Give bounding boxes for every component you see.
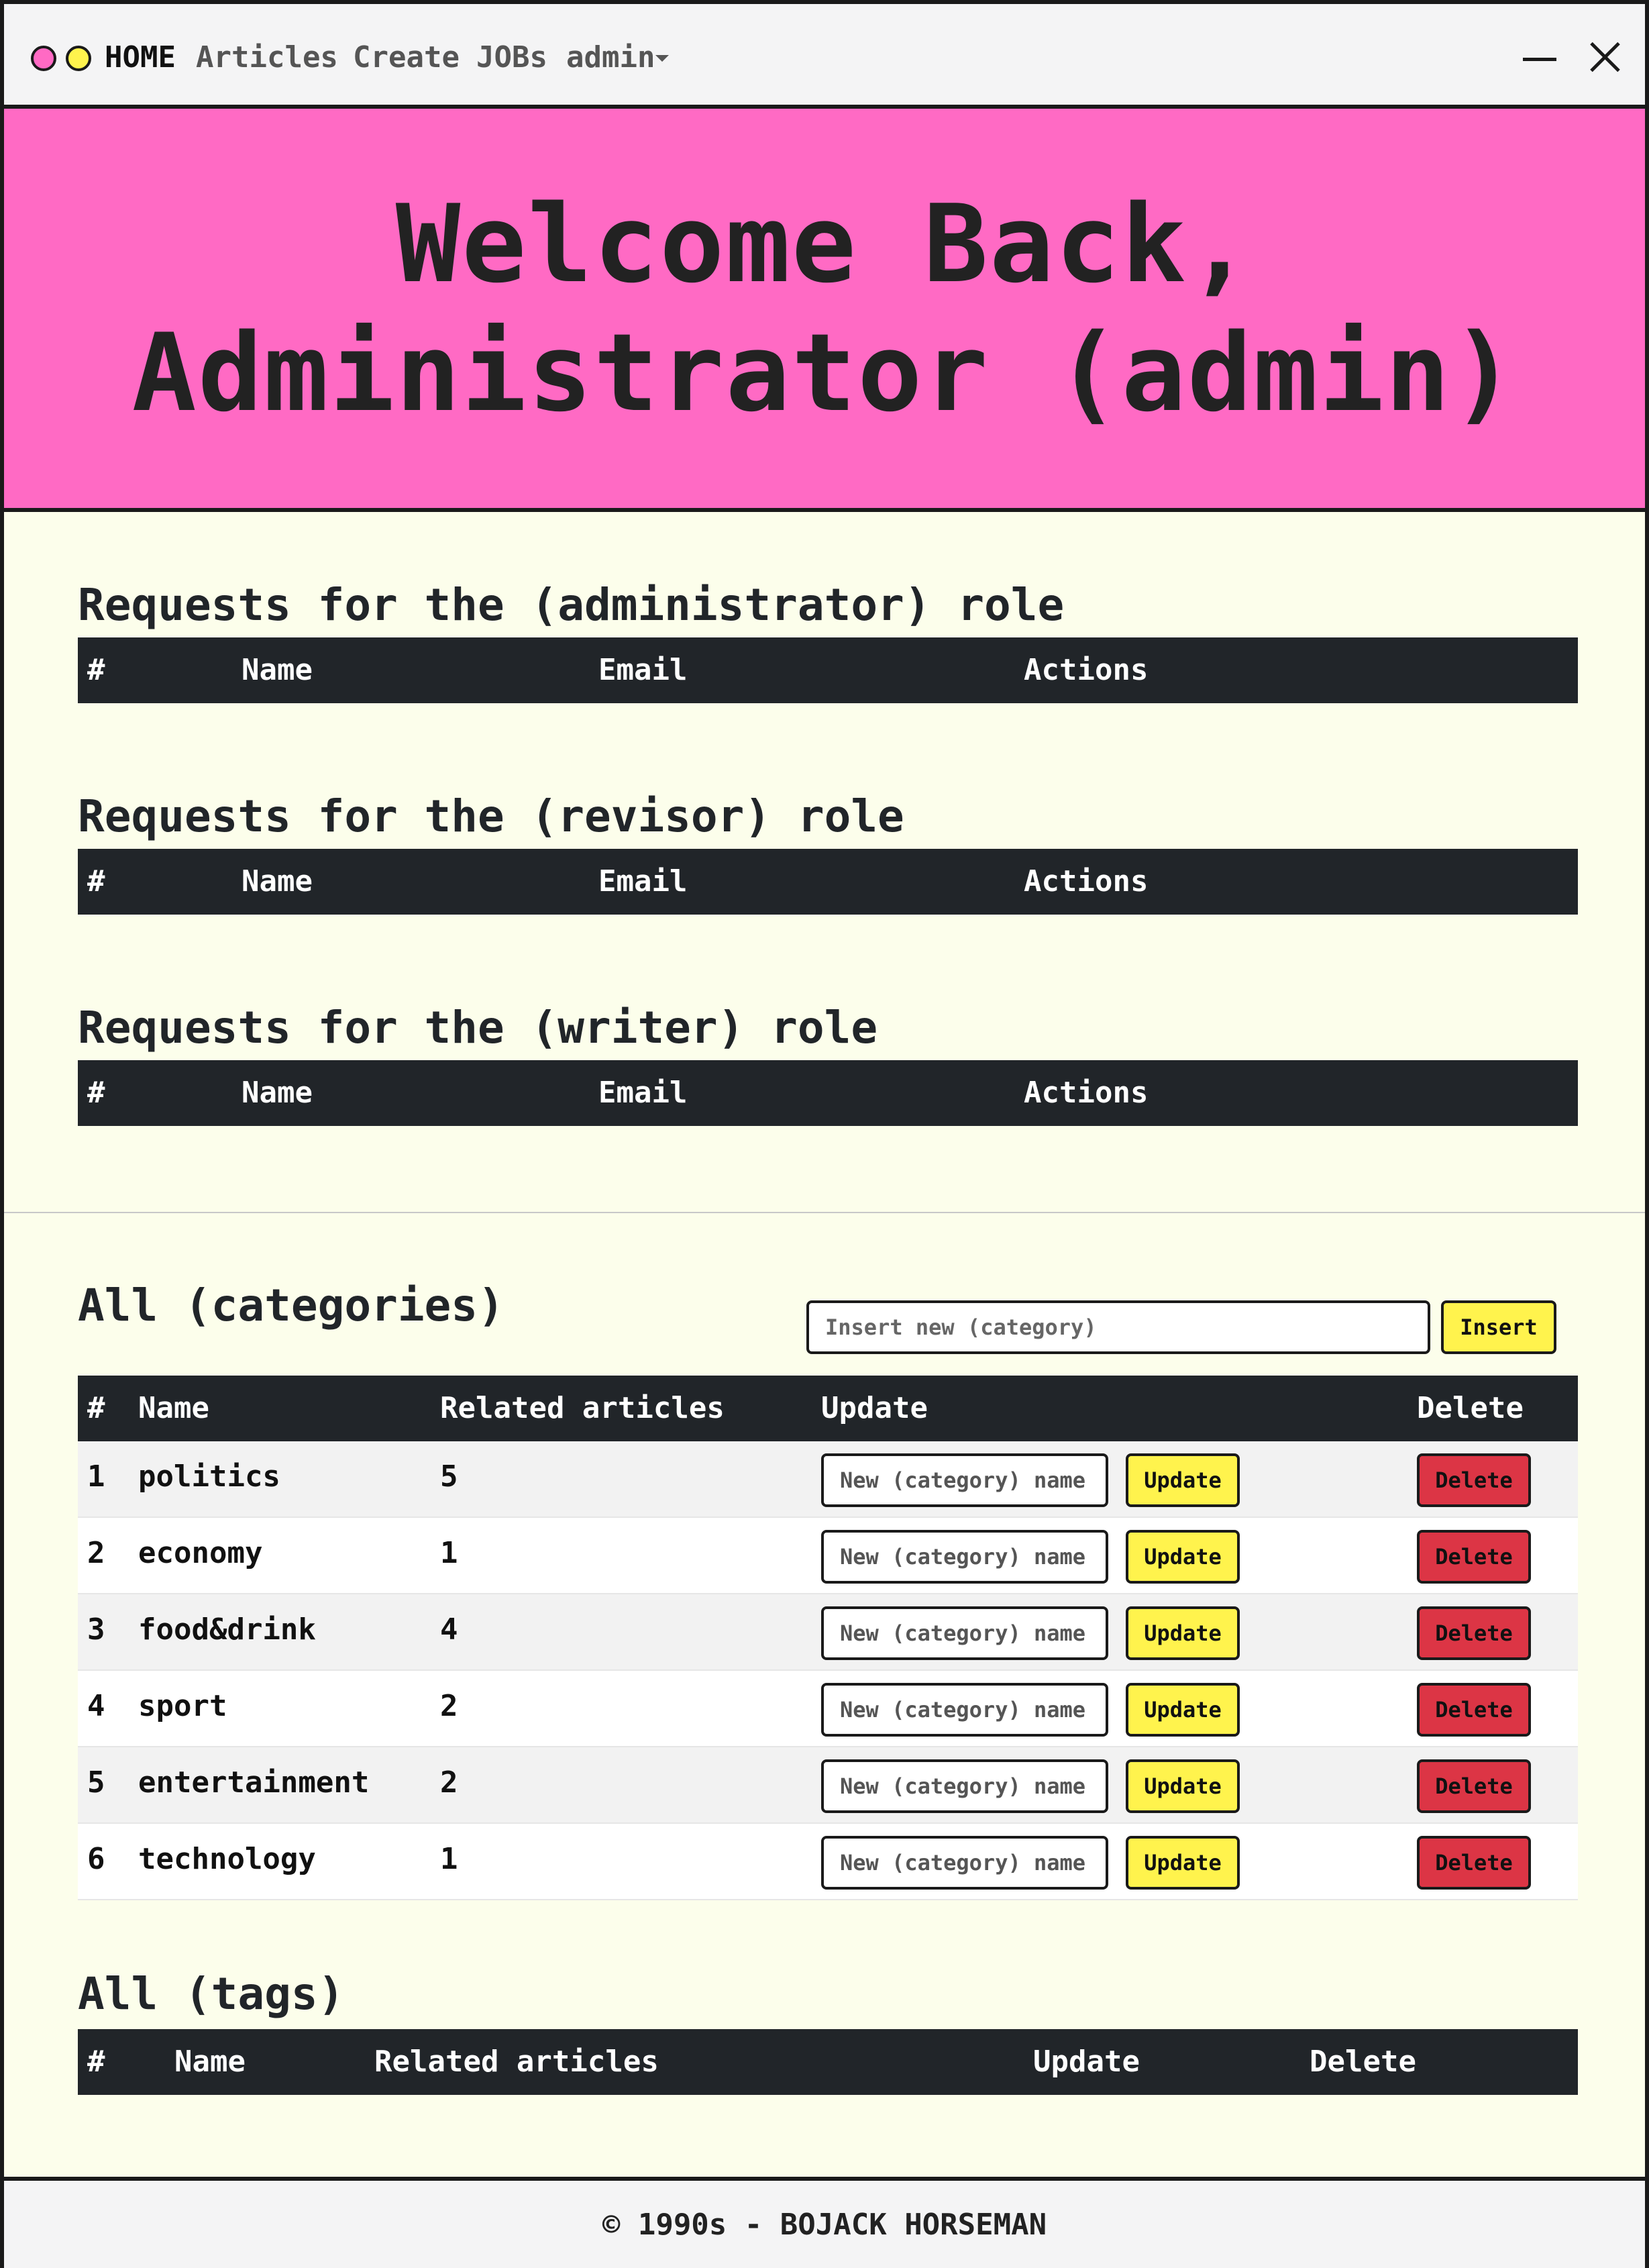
categories-table-header: # Name Related articles Update Delete xyxy=(78,1376,1578,1441)
table-row: 6 technology 1 Update Delete xyxy=(78,1824,1578,1900)
hero-line-2: Administrator (admin) xyxy=(131,309,1518,435)
column-header-name: Name xyxy=(242,1076,313,1110)
column-header-name: Name xyxy=(242,653,313,687)
delete-button[interactable]: Delete xyxy=(1417,1453,1531,1507)
update-button[interactable]: Update xyxy=(1126,1453,1240,1507)
column-header-email: Email xyxy=(598,864,688,898)
hero-line-1: Welcome Back, xyxy=(395,181,1254,307)
tags-heading: All (tags) xyxy=(78,1968,345,2020)
column-header-id: # xyxy=(87,1391,105,1425)
insert-category-input[interactable] xyxy=(806,1300,1430,1354)
row-name: technology xyxy=(138,1842,316,1876)
row-id: 4 xyxy=(87,1689,105,1723)
column-header-email: Email xyxy=(598,1076,688,1110)
column-header-email: Email xyxy=(598,653,688,687)
column-header-name: Name xyxy=(242,864,313,898)
row-related-count: 2 xyxy=(440,1689,458,1723)
update-button[interactable]: Update xyxy=(1126,1759,1240,1813)
hero-banner: Welcome Back, Administrator (admin) xyxy=(4,109,1645,512)
row-id: 2 xyxy=(87,1536,105,1570)
column-header-name: Name xyxy=(138,1391,209,1425)
table-row: 5 entertainment 2 Update Delete xyxy=(78,1747,1578,1824)
row-related-count: 1 xyxy=(440,1536,458,1570)
category-name-input[interactable] xyxy=(821,1683,1108,1737)
tags-table-header: # Name Related articles Update Delete xyxy=(78,2029,1578,2095)
insert-category-button[interactable]: Insert xyxy=(1441,1300,1556,1354)
delete-button[interactable]: Delete xyxy=(1417,1683,1531,1737)
row-name: food&drink xyxy=(138,1612,316,1647)
update-button[interactable]: Update xyxy=(1126,1606,1240,1660)
column-header-update: Update xyxy=(1033,2045,1140,2079)
page-title: Welcome Back, Administrator (admin) xyxy=(132,180,1518,437)
column-header-id: # xyxy=(87,2045,105,2079)
row-id: 5 xyxy=(87,1765,105,1800)
nav-link-home[interactable]: HOME xyxy=(105,38,176,78)
nav-link-jobs[interactable]: JOBs xyxy=(476,38,547,78)
writer-requests-table-header: # Name Email Actions xyxy=(78,1060,1578,1126)
category-name-input[interactable] xyxy=(821,1759,1108,1813)
delete-button[interactable]: Delete xyxy=(1417,1530,1531,1584)
column-header-id: # xyxy=(87,653,105,687)
table-row: 4 sport 2 Update Delete xyxy=(78,1671,1578,1747)
row-id: 3 xyxy=(87,1612,105,1647)
delete-button[interactable]: Delete xyxy=(1417,1759,1531,1813)
column-header-update: Update xyxy=(821,1391,928,1425)
column-header-id: # xyxy=(87,864,105,898)
writer-requests-heading: Requests for the (writer) role xyxy=(78,1002,878,1053)
table-row: 1 politics 5 Update Delete xyxy=(78,1441,1578,1518)
row-id: 1 xyxy=(87,1459,105,1494)
nav-link-articles[interactable]: Articles xyxy=(196,38,338,78)
column-header-related-articles: Related articles xyxy=(440,1391,725,1425)
category-name-input[interactable] xyxy=(821,1530,1108,1584)
category-name-input[interactable] xyxy=(821,1453,1108,1507)
row-related-count: 4 xyxy=(440,1612,458,1647)
column-header-delete: Delete xyxy=(1417,1391,1524,1425)
categories-heading: All (categories) xyxy=(78,1280,504,1331)
footer-copyright: © 1990s - BOJACK HORSEMAN xyxy=(602,2207,1047,2242)
navbar: HOME Articles Create JOBs admin xyxy=(4,4,1645,109)
column-header-id: # xyxy=(87,1076,105,1110)
delete-button[interactable]: Delete xyxy=(1417,1836,1531,1890)
revisor-requests-table-header: # Name Email Actions xyxy=(78,849,1578,915)
column-header-actions: Actions xyxy=(1024,653,1149,687)
caret-down-icon[interactable] xyxy=(655,55,669,62)
minimize-icon[interactable] xyxy=(1523,58,1556,61)
section-divider xyxy=(4,1212,1645,1213)
close-icon[interactable] xyxy=(1590,42,1621,72)
column-header-related-articles: Related articles xyxy=(374,2045,659,2079)
footer: © 1990s - BOJACK HORSEMAN xyxy=(4,2177,1645,2268)
admin-requests-heading: Requests for the (administrator) role xyxy=(78,579,1065,631)
row-id: 6 xyxy=(87,1842,105,1876)
nav-dropdown-admin[interactable]: admin xyxy=(566,38,655,78)
row-related-count: 2 xyxy=(440,1765,458,1800)
delete-button[interactable]: Delete xyxy=(1417,1606,1531,1660)
column-header-delete: Delete xyxy=(1310,2045,1416,2079)
update-button[interactable]: Update xyxy=(1126,1836,1240,1890)
window-dot-yellow-icon[interactable] xyxy=(66,46,91,71)
revisor-requests-heading: Requests for the (revisor) role xyxy=(78,790,904,842)
admin-requests-table-header: # Name Email Actions xyxy=(78,637,1578,703)
column-header-actions: Actions xyxy=(1024,1076,1149,1110)
column-header-actions: Actions xyxy=(1024,864,1149,898)
row-related-count: 1 xyxy=(440,1842,458,1876)
table-row: 3 food&drink 4 Update Delete xyxy=(78,1594,1578,1671)
row-name: politics xyxy=(138,1459,280,1494)
row-name: sport xyxy=(138,1689,227,1723)
row-name: entertainment xyxy=(138,1765,370,1800)
app-window: HOME Articles Create JOBs admin Welcome … xyxy=(0,0,1649,2268)
category-name-input[interactable] xyxy=(821,1836,1108,1890)
category-name-input[interactable] xyxy=(821,1606,1108,1660)
window-dot-pink-icon[interactable] xyxy=(31,46,56,71)
table-row: 2 economy 1 Update Delete xyxy=(78,1518,1578,1594)
column-header-name: Name xyxy=(174,2045,246,2079)
row-related-count: 5 xyxy=(440,1459,458,1494)
update-button[interactable]: Update xyxy=(1126,1683,1240,1737)
row-name: economy xyxy=(138,1536,263,1570)
update-button[interactable]: Update xyxy=(1126,1530,1240,1584)
nav-link-create[interactable]: Create xyxy=(353,38,460,78)
